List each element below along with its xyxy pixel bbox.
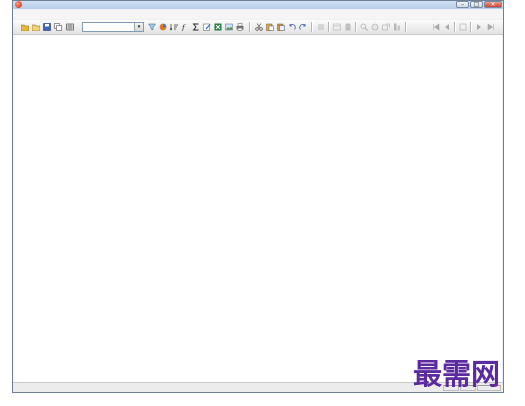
table-icon[interactable] bbox=[66, 23, 74, 31]
column-icon[interactable] bbox=[393, 23, 401, 31]
records-icon[interactable] bbox=[333, 23, 341, 31]
open-folder-icon[interactable] bbox=[21, 23, 29, 31]
undo-icon[interactable] bbox=[288, 23, 296, 31]
paste-special-icon[interactable] bbox=[277, 23, 285, 31]
function-icon[interactable]: f bbox=[181, 23, 189, 31]
toolbar-separator bbox=[328, 22, 330, 32]
toolbar-separator bbox=[470, 22, 472, 32]
menu-bar bbox=[13, 10, 503, 19]
workspace-area[interactable] bbox=[14, 35, 502, 382]
go-to-record-icon[interactable] bbox=[459, 23, 467, 31]
toolbar-separator bbox=[405, 22, 407, 32]
save-icon[interactable] bbox=[43, 23, 51, 31]
sum-icon[interactable] bbox=[192, 23, 200, 31]
first-record-icon[interactable] bbox=[432, 23, 440, 31]
watermark-logo: 最需网 bbox=[413, 357, 501, 391]
chart-pie-icon[interactable] bbox=[159, 23, 167, 31]
toolbar-separator bbox=[454, 22, 456, 32]
combo-arrow-icon[interactable]: ▾ bbox=[134, 23, 143, 31]
list-icon[interactable] bbox=[317, 23, 325, 31]
copy-icon[interactable] bbox=[54, 23, 62, 31]
export-icon[interactable] bbox=[382, 23, 390, 31]
zoom-icon[interactable] bbox=[371, 23, 379, 31]
maximize-button[interactable]: □ bbox=[470, 1, 483, 8]
image-icon[interactable] bbox=[225, 23, 233, 31]
print-icon[interactable] bbox=[236, 23, 244, 31]
last-record-icon[interactable] bbox=[487, 23, 495, 31]
minimize-button[interactable]: – bbox=[456, 1, 469, 8]
redo-icon[interactable] bbox=[299, 23, 307, 31]
title-bar: – □ × bbox=[13, 1, 503, 9]
find-icon[interactable] bbox=[360, 23, 368, 31]
filter-icon[interactable] bbox=[148, 23, 156, 31]
toolbar: ▾ f bbox=[13, 20, 503, 35]
edit-icon[interactable] bbox=[203, 23, 211, 31]
sort-icon[interactable] bbox=[170, 23, 178, 31]
cut-icon[interactable] bbox=[255, 23, 263, 31]
paste-icon[interactable] bbox=[266, 23, 274, 31]
document-icon[interactable] bbox=[344, 23, 352, 31]
folder-icon[interactable] bbox=[32, 23, 40, 31]
svg-text:f: f bbox=[181, 24, 186, 31]
close-button[interactable]: × bbox=[484, 1, 502, 8]
previous-record-icon[interactable] bbox=[443, 23, 451, 31]
toolbar-separator bbox=[311, 22, 313, 32]
toolbar-separator bbox=[249, 22, 251, 32]
main-window: – □ × ▾ f bbox=[12, 0, 504, 393]
app-icon bbox=[15, 1, 22, 8]
toolbar-separator bbox=[355, 22, 357, 32]
query-combo[interactable]: ▾ bbox=[82, 22, 144, 32]
excel-icon[interactable] bbox=[214, 23, 222, 31]
next-record-icon[interactable] bbox=[475, 23, 483, 31]
